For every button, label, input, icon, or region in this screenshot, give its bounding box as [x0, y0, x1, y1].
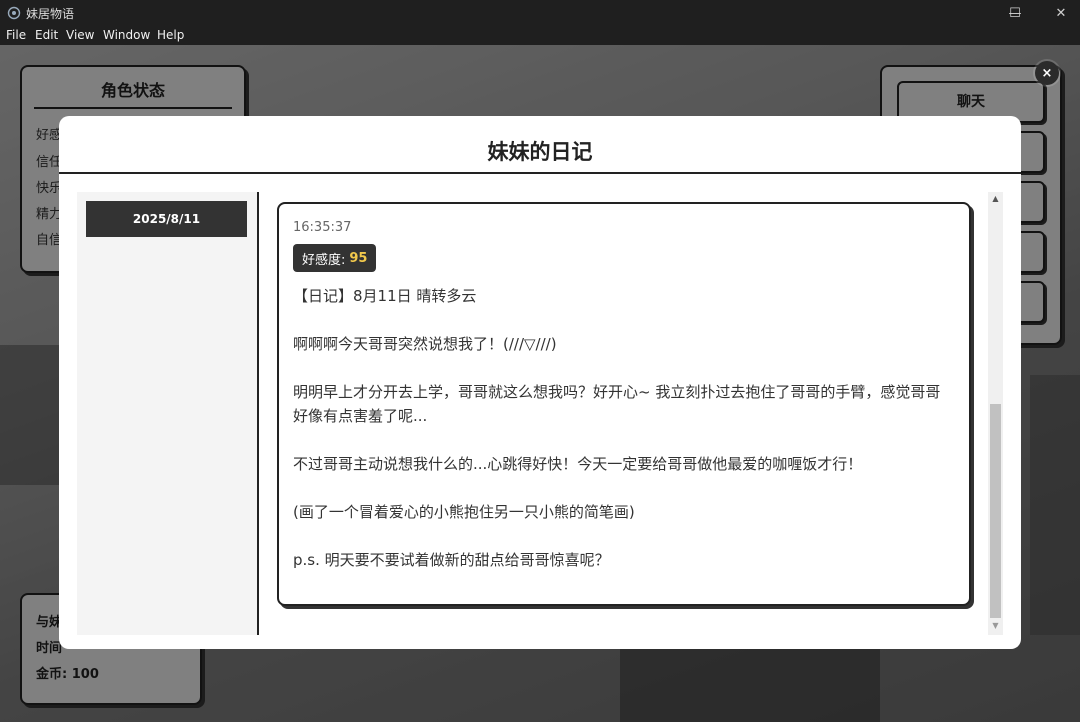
diary-entry-card: 16:35:37 好感度: 95 【日记】8月11日 晴转多云 啊啊啊今天哥哥突… — [277, 202, 971, 606]
favor-badge: 好感度: 95 — [293, 244, 377, 272]
menu-window[interactable]: Window — [103, 28, 150, 42]
scroll-down-arrow-icon[interactable]: ▼ — [988, 621, 1003, 633]
title-bar: 妹居物语 — ✕ — [0, 0, 1080, 26]
diary-scrollbar[interactable]: ▲ ▼ — [988, 192, 1003, 635]
entry-text: 【日记】8月11日 晴转多云 啊啊啊今天哥哥突然说想我了！(///▽///) 明… — [293, 287, 941, 569]
close-window-button[interactable]: ✕ — [1038, 0, 1080, 26]
date-item-selected[interactable]: 2025/8/11 — [86, 201, 247, 237]
entry-timestamp: 16:35:37 — [293, 220, 352, 235]
window-title: 妹居物语 — [26, 7, 75, 21]
menu-help[interactable]: Help — [157, 28, 184, 42]
menu-view[interactable]: View — [66, 28, 94, 42]
menu-edit[interactable]: Edit — [35, 28, 58, 42]
maximize-button[interactable]: ☐ — [992, 0, 1038, 26]
scroll-up-arrow-icon[interactable]: ▲ — [988, 194, 1003, 206]
app-logo-icon — [7, 6, 21, 20]
diary-date-list: 2025/8/11 — [77, 192, 259, 635]
diary-modal: 妹妹的日记 2025/8/11 16:35:37 好感度: 95 【日记】8月1… — [59, 116, 1021, 649]
menu-file[interactable]: File — [6, 28, 26, 42]
diary-title: 妹妹的日记 — [487, 140, 593, 164]
diary-title-divider — [59, 172, 1021, 174]
scroll-thumb[interactable] — [990, 404, 1001, 618]
favor-label: 好感度: — [302, 252, 346, 268]
favor-value: 95 — [349, 250, 368, 266]
close-modal-button[interactable]: × — [1035, 61, 1059, 85]
menu-bar: File Edit View Window Help — [0, 26, 1080, 45]
